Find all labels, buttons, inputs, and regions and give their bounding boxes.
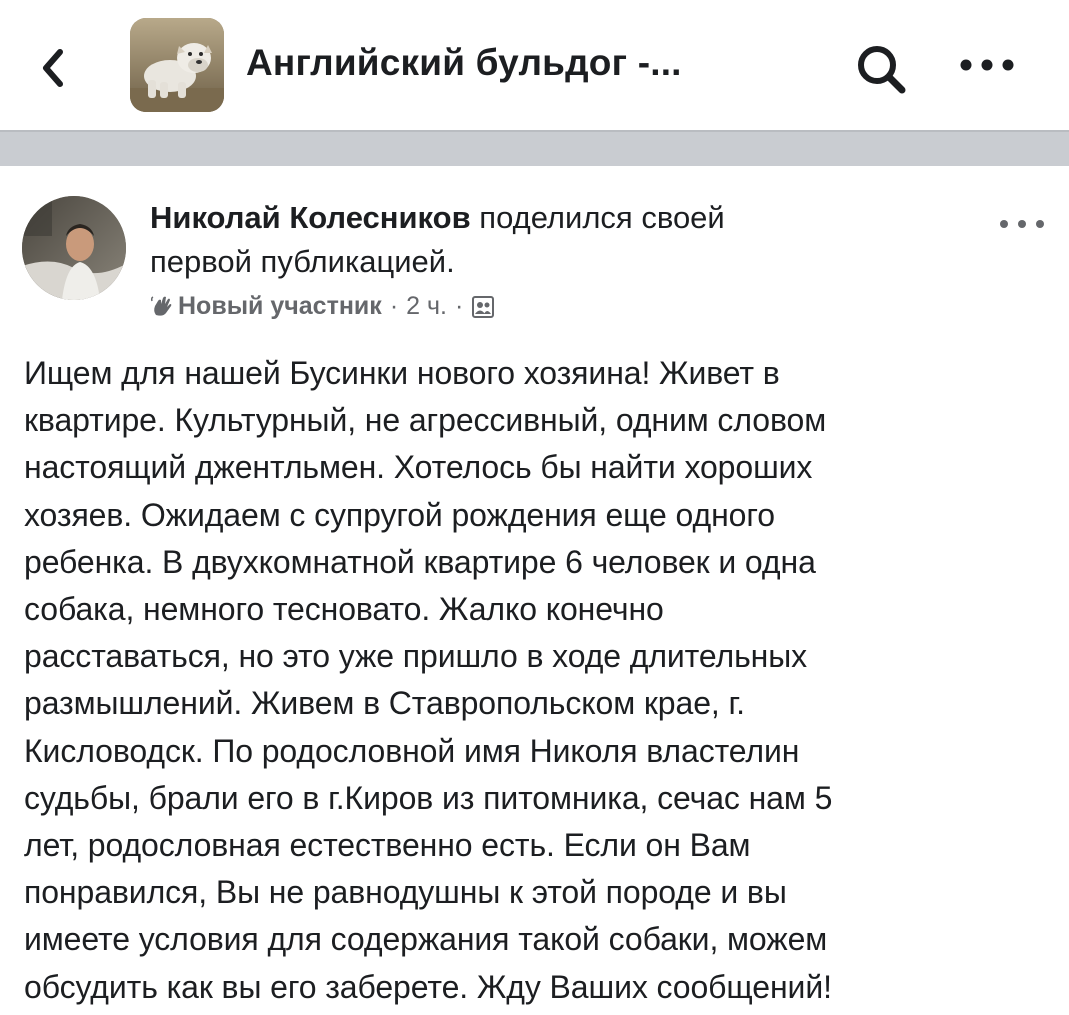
- more-horizontal-icon: [960, 59, 1014, 71]
- post-body-line: обсудить как вы его заберете. Жду Ваших …: [24, 968, 832, 1005]
- post-body-line: имеете условия для содержания такой соба…: [24, 921, 828, 958]
- post-body-line: ребенка. В двухкомнатной квартире 6 чело…: [24, 543, 816, 580]
- group-audience-icon: [472, 295, 495, 318]
- search-icon: [858, 46, 906, 94]
- post-body-line: лет, родословная естественно есть. Если …: [24, 827, 751, 864]
- author-avatar[interactable]: [22, 196, 126, 300]
- group-header: Английский бульдог -...: [0, 0, 1069, 130]
- post-body-line: собака, немного тесновато. Жалко конечно: [24, 591, 664, 628]
- meta-separator: ·: [389, 292, 399, 320]
- post-body-line: понравился, Вы не равнодушны к этой поро…: [24, 874, 787, 911]
- section-divider: [0, 130, 1069, 166]
- post-body-line: Ищем для нашей Бусинки нового хозяина! Ж…: [24, 355, 780, 391]
- member-badge[interactable]: Новый участник: [178, 292, 382, 321]
- post-body-line: расставаться, но это уже пришло в ходе д…: [24, 638, 808, 675]
- post-body-line: настоящий джентльмен. Хотелось бы найти …: [24, 449, 813, 486]
- author-name[interactable]: Николай Колесников: [150, 200, 471, 235]
- post-body-line: хозяев. Ожидаем с супругой рождения еще …: [24, 496, 775, 533]
- avatar-photo: [22, 196, 126, 300]
- more-horizontal-icon: [1000, 220, 1044, 228]
- post-body-line: Кисловодск. По родословной имя Николя вл…: [24, 732, 800, 769]
- post-meta: Новый участник · 2 ч. ·: [150, 292, 495, 321]
- post-action-text-2: первой публикацией.: [150, 244, 455, 279]
- post-body-line: квартире. Культурный, не агрессивный, од…: [24, 402, 827, 439]
- post-body-line: судьбы, брали его в г.Киров из питомника…: [24, 779, 833, 816]
- group-more-button[interactable]: [954, 50, 1024, 80]
- group-title[interactable]: Английский бульдог -...: [246, 42, 682, 84]
- post-more-button[interactable]: [994, 214, 1050, 234]
- post-body: Ищем для нашей Бусинки нового хозяина! Ж…: [24, 350, 1054, 1011]
- chevron-left-icon: [43, 49, 63, 87]
- post-author-line: Николай Колесников поделился своей перво…: [150, 196, 930, 284]
- waving-hand-icon: [150, 295, 172, 316]
- post-action-text: поделился своей: [479, 200, 725, 235]
- post-body-line: размышлений. Живем в Ставропольском крае…: [24, 685, 745, 722]
- group-cover-thumbnail[interactable]: [130, 18, 224, 112]
- post-time[interactable]: 2 ч.: [406, 292, 447, 321]
- meta-separator: ·: [454, 292, 464, 320]
- bulldog-image: [130, 18, 224, 112]
- back-button[interactable]: [28, 38, 78, 98]
- search-button[interactable]: [854, 42, 908, 96]
